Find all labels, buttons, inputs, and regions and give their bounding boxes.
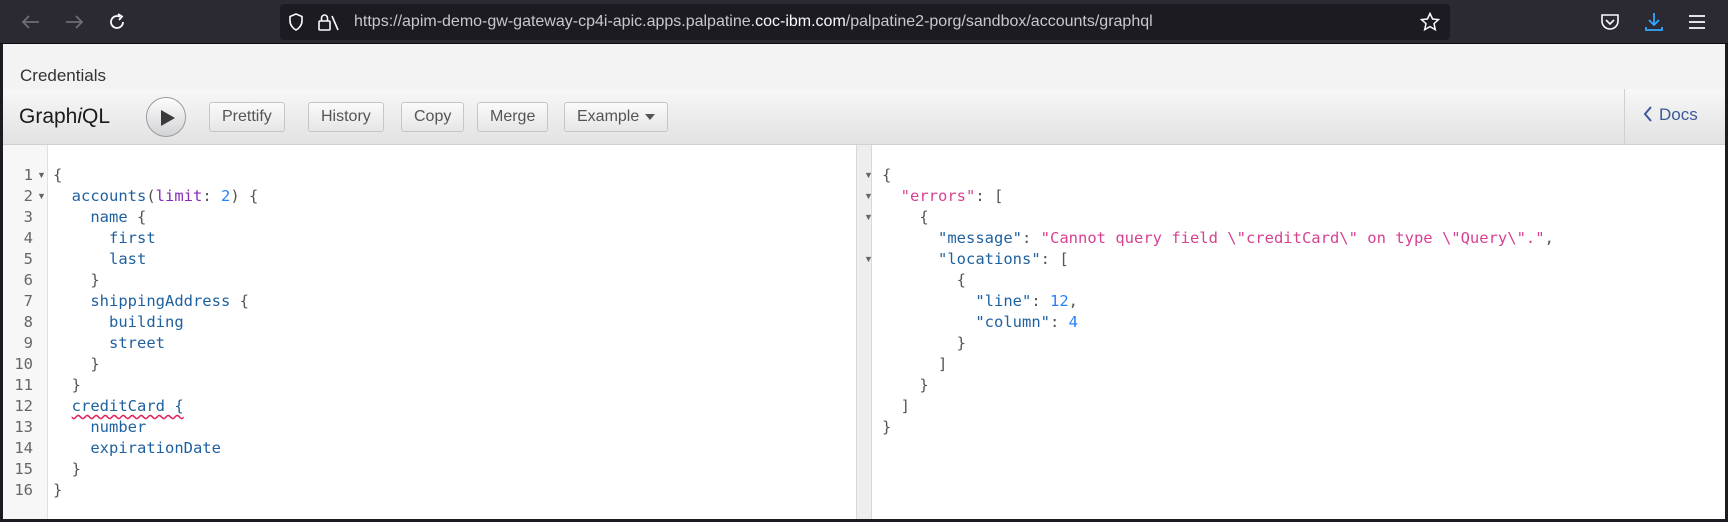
line-number: 8 [23,313,33,331]
fold-arrow-icon[interactable]: ▼ [864,165,873,186]
line-number: 9 [23,334,33,352]
prettify-button[interactable]: Prettify [209,102,285,132]
url-text[interactable]: https://apim-demo-gw-gateway-cp4i-apic.a… [354,13,1153,31]
result-line: "line": 12, [975,292,1079,310]
line-number: 2 [23,187,33,205]
line-number: 1 [23,166,33,184]
copy-button[interactable]: Copy [401,102,465,132]
code-line: building [53,313,184,331]
result-line: "message": "Cannot query field \"creditC… [938,229,1554,247]
error-message: "Cannot query field \"creditCard\" on ty… [1040,229,1545,247]
play-icon [161,110,175,126]
arg-limit: limit [155,187,203,205]
example-dropdown[interactable]: Example [564,102,669,132]
line-number: 7 [23,292,33,310]
line-number: 3 [23,208,33,226]
code-line: } [53,376,81,394]
fold-arrow-icon[interactable]: ▼ [864,186,873,207]
fold-arrow-icon[interactable]: ▼ [864,207,873,228]
line-number: 12 [14,397,33,415]
reload-icon[interactable] [103,8,131,36]
docs-button[interactable]: Docs [1643,105,1698,125]
code-line: number [53,418,147,436]
graphiql-logo: GraphiQL [19,105,111,128]
code-line: } [53,460,81,478]
result-line: "locations": [ [938,250,1069,268]
code-line: { [53,166,63,184]
menu-icon[interactable] [1688,14,1706,35]
result-line: } [882,334,966,352]
code-line: } [53,481,63,499]
line-number: 4 [23,229,33,247]
code-line: street [53,334,165,352]
code-line: first [53,229,156,247]
line-number: 10 [14,355,33,373]
fold-arrow-icon[interactable]: ▼ [37,165,46,186]
code-line: shippingAddress { [90,292,249,310]
forward-icon[interactable] [60,8,88,36]
address-bar[interactable]: https://apim-demo-gw-gateway-cp4i-apic.a… [280,4,1450,40]
code-line: } [53,271,100,289]
shield-icon[interactable] [288,13,304,36]
result-line: } [882,376,929,394]
result-line: { [882,166,892,184]
result-line: { [882,271,966,289]
divider [1624,89,1625,145]
result-line: "column": 4 [975,313,1078,331]
line-number: 6 [23,271,33,289]
line-number: 16 [14,481,33,499]
code-line: last [53,250,147,268]
chevron-left-icon [1643,106,1652,122]
credentials-label[interactable]: Credentials [20,66,106,86]
result-line: { [882,208,929,226]
line-number: 11 [14,376,33,394]
code-line: accounts(limit: 2) { [71,187,259,205]
fold-arrow-icon[interactable]: ▼ [864,249,873,270]
download-icon[interactable] [1644,11,1664,38]
error-field-creditcard: creditCard { [71,397,184,415]
chevron-down-icon [645,113,656,120]
bookmark-star-icon[interactable] [1419,11,1441,37]
result-line: "errors": [ [900,187,1004,205]
lock-icon[interactable] [317,13,339,36]
result-line: ] [882,355,948,373]
graphiql-app: Credentials GraphiQL Prettify History Co… [3,44,1725,519]
credentials-bar: Credentials [3,44,1725,89]
code-line: } [53,355,100,373]
field-accounts: accounts [71,187,147,205]
line-number: 14 [14,439,33,457]
result-line: } [882,418,892,436]
code-line: name { [90,208,147,226]
graphiql-toolbar: GraphiQL Prettify History Copy Merge Exa… [3,89,1725,145]
history-button[interactable]: History [308,102,384,132]
code-line: expirationDate [53,439,221,457]
merge-button[interactable]: Merge [477,102,549,132]
result-viewer: ▼ ▼ ▼ ▼ { "errors": [ { "message": "Cann… [864,145,1725,519]
execute-query-button[interactable] [146,97,186,137]
fold-arrow-icon[interactable]: ▼ [37,186,46,207]
code-line: creditCard { [53,396,184,417]
arg-value: 2 [221,187,231,205]
result-line: ] [882,397,910,415]
query-editor[interactable]: 1 2 3 4 5 6 7 8 9 10 11 12 13 14 15 16 ▼… [3,145,856,519]
line-number: 13 [14,418,33,436]
browser-toolbar: https://apim-demo-gw-gateway-cp4i-apic.a… [0,0,1728,44]
back-icon[interactable] [17,8,45,36]
line-number: 15 [14,460,33,478]
pocket-icon[interactable] [1600,12,1620,37]
line-number: 5 [23,250,33,268]
